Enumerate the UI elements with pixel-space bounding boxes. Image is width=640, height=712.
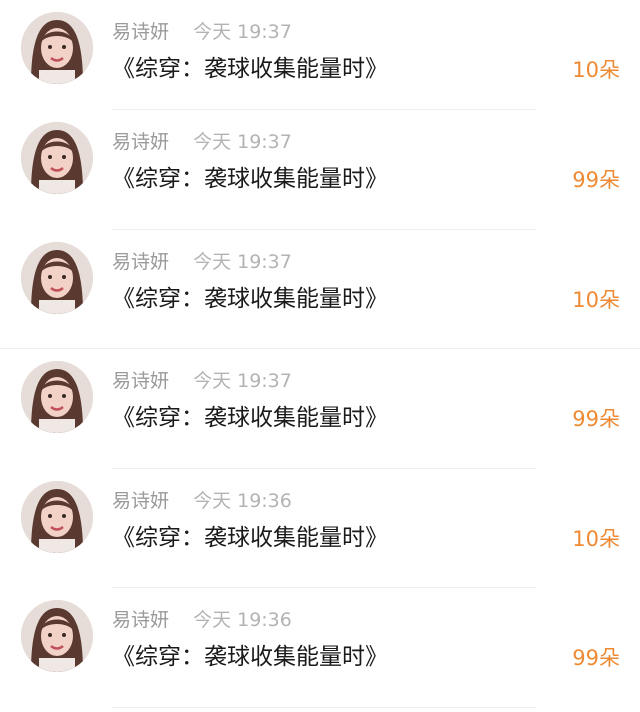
gift-title: 《综穿：袭球收集能量时》 xyxy=(112,405,388,431)
item-meta: 易诗妍 今天 19:36 xyxy=(112,608,292,632)
avatar[interactable] xyxy=(21,241,93,314)
gift-record-list: 易诗妍 今天 19:37 《综穿：袭球收集能量时》 10朵 易诗妍 今天 19:… xyxy=(0,0,640,712)
list-item[interactable]: 易诗妍 今天 19:36 《综穿：袭球收集能量时》 99朵 xyxy=(0,588,640,708)
item-meta: 易诗妍 今天 19:37 xyxy=(112,369,292,393)
user-avatar-photo-icon xyxy=(21,241,93,314)
user-name[interactable]: 易诗妍 xyxy=(112,609,169,631)
gift-count: 99朵 xyxy=(572,407,620,431)
avatar[interactable] xyxy=(21,600,93,672)
avatar[interactable] xyxy=(21,12,93,84)
user-name[interactable]: 易诗妍 xyxy=(112,370,169,392)
gift-title: 《综穿：袭球收集能量时》 xyxy=(112,166,388,192)
list-item[interactable]: 易诗妍 今天 19:36 《综穿：袭球收集能量时》 10朵 xyxy=(0,469,640,588)
user-avatar-photo-icon xyxy=(21,12,93,84)
user-name[interactable]: 易诗妍 xyxy=(112,131,169,153)
gift-title: 《综穿：袭球收集能量时》 xyxy=(112,285,388,312)
timestamp: 今天 19:36 xyxy=(193,489,292,512)
avatar[interactable] xyxy=(21,480,93,553)
divider xyxy=(112,706,536,708)
user-avatar-photo-icon xyxy=(21,480,93,553)
user-avatar-photo-icon xyxy=(21,122,93,194)
user-name[interactable]: 易诗妍 xyxy=(112,490,169,512)
timestamp: 今天 19:36 xyxy=(193,609,292,631)
avatar[interactable] xyxy=(21,122,93,194)
user-avatar-photo-icon xyxy=(21,361,93,433)
gift-count: 10朵 xyxy=(572,58,620,82)
gift-count: 10朵 xyxy=(572,526,620,551)
gift-title: 《综穿：袭球收集能量时》 xyxy=(112,524,388,551)
list-item[interactable]: 易诗妍 今天 19:37 《综穿：袭球收集能量时》 10朵 xyxy=(0,230,640,349)
list-item[interactable]: 易诗妍 今天 19:37 《综穿：袭球收集能量时》 10朵 xyxy=(0,0,640,110)
list-item[interactable]: 易诗妍 今天 19:37 《综穿：袭球收集能量时》 99朵 xyxy=(0,110,640,230)
user-name[interactable]: 易诗妍 xyxy=(112,251,169,273)
gift-count: 10朵 xyxy=(572,287,620,312)
user-name[interactable]: 易诗妍 xyxy=(112,21,169,43)
item-meta: 易诗妍 今天 19:37 xyxy=(112,20,292,44)
timestamp: 今天 19:37 xyxy=(193,21,292,43)
timestamp: 今天 19:37 xyxy=(193,250,292,273)
timestamp: 今天 19:37 xyxy=(193,131,292,153)
avatar[interactable] xyxy=(21,361,93,433)
gift-title: 《综穿：袭球收集能量时》 xyxy=(112,56,388,82)
gift-count: 99朵 xyxy=(572,168,620,192)
item-meta: 易诗妍 今天 19:37 xyxy=(112,130,292,154)
timestamp: 今天 19:37 xyxy=(193,370,292,392)
list-item[interactable]: 易诗妍 今天 19:37 《综穿：袭球收集能量时》 99朵 xyxy=(0,349,640,469)
gift-count: 99朵 xyxy=(572,646,620,670)
user-avatar-photo-icon xyxy=(21,600,93,672)
item-meta: 易诗妍 今天 19:36 xyxy=(112,489,292,513)
item-meta: 易诗妍 今天 19:37 xyxy=(112,250,292,274)
gift-title: 《综穿：袭球收集能量时》 xyxy=(112,644,388,670)
